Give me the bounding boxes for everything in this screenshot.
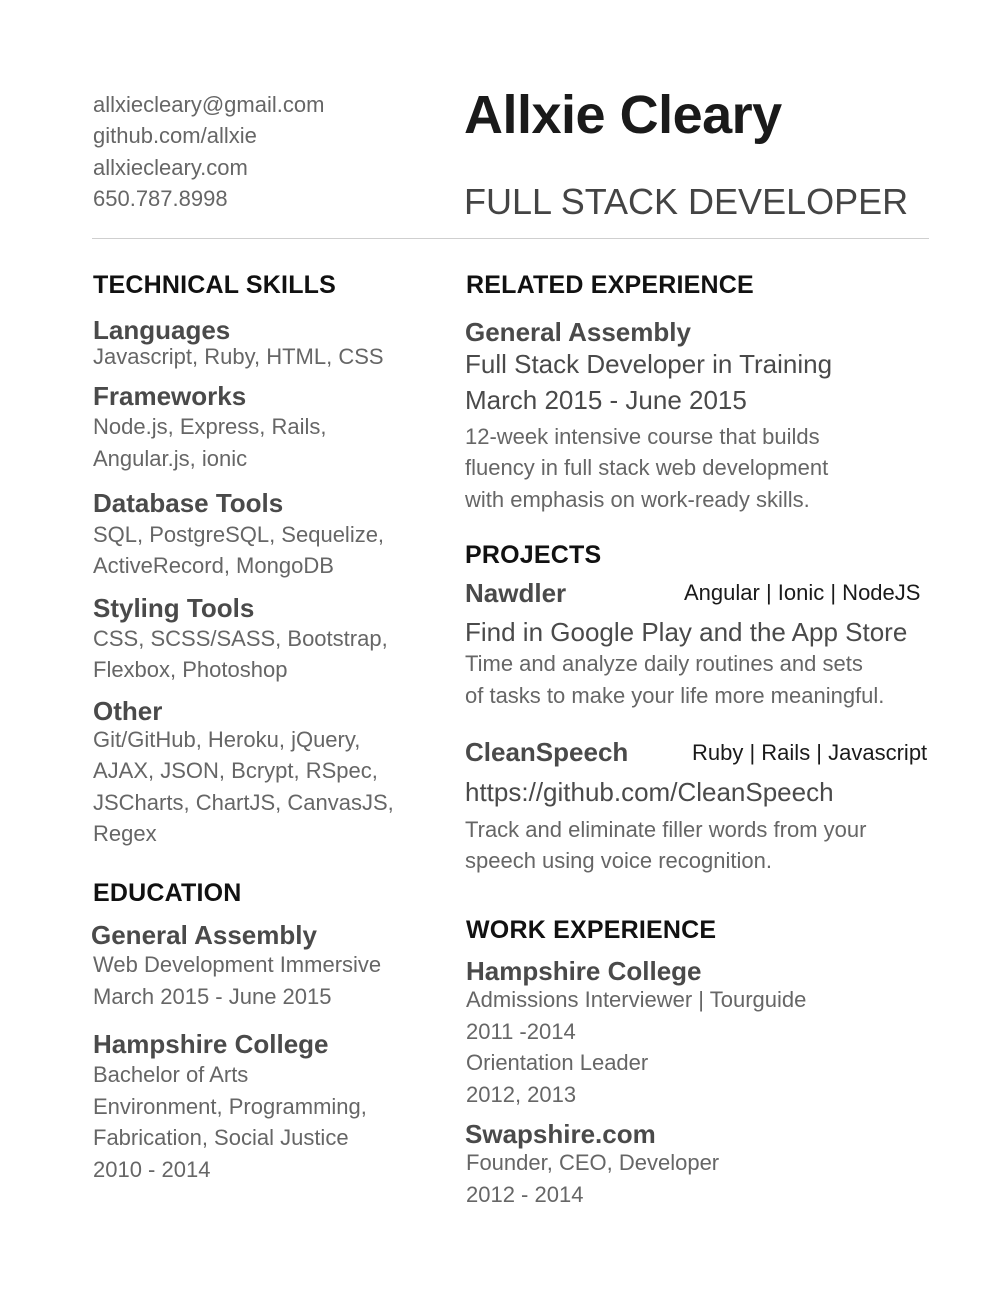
education-heading: EDUCATION — [93, 879, 242, 907]
project-name: CleanSpeech — [465, 737, 629, 767]
skill-group-title: Database Tools — [93, 488, 284, 518]
education-line: March 2015 - June 2015 — [93, 984, 332, 1009]
skill-group-line: Flexbox, Photoshop — [93, 657, 288, 682]
work-line: 2012, 2013 — [466, 1082, 577, 1107]
related-desc-line: with emphasis on work-ready skills. — [465, 487, 810, 512]
work-line: Admissions Interviewer | Tourguide — [466, 987, 807, 1012]
education-line: 2010 - 2014 — [93, 1157, 211, 1182]
related-org: General Assembly — [465, 317, 691, 347]
job-title: FULL STACK DEVELOPER — [464, 181, 909, 222]
projects-heading: PROJECTS — [465, 541, 602, 569]
skill-group-line: ActiveRecord, MongoDB — [93, 553, 334, 578]
skill-group-title: Other — [93, 696, 163, 726]
contact-website[interactable]: allxiecleary.com — [93, 152, 248, 183]
related-title: Full Stack Developer in Training — [465, 349, 833, 379]
skill-group-line: CSS, SCSS/SASS, Bootstrap, — [93, 626, 388, 651]
project-desc-line: of tasks to make your life more meaningf… — [465, 683, 885, 708]
contact-phone[interactable]: 650.787.8998 — [93, 183, 228, 214]
work-line: 2012 - 2014 — [466, 1182, 584, 1207]
education-line: Bachelor of Arts — [93, 1062, 249, 1087]
related-desc-line: 12-week intensive course that builds — [465, 424, 820, 449]
skill-group-line: AJAX, JSON, Bcrypt, RSpec, — [93, 758, 378, 783]
work-line: Orientation Leader — [466, 1050, 649, 1075]
work-org: Swapshire.com — [465, 1119, 656, 1149]
project-link[interactable]: Find in Google Play and the App Store — [465, 614, 907, 650]
related-desc-line: fluency in full stack web development — [465, 455, 829, 480]
education-school: General Assembly — [91, 920, 317, 950]
skill-group-line: Angular.js, ionic — [93, 446, 248, 471]
education-line: Environment, Programming, — [93, 1094, 367, 1119]
project-desc-line: Time and analyze daily routines and sets — [465, 651, 863, 676]
education-line: Fabrication, Social Justice — [93, 1125, 349, 1150]
skill-group-line: Node.js, Express, Rails, — [93, 414, 327, 439]
skill-group-title: Frameworks — [93, 381, 247, 411]
project-name: Nawdler — [465, 578, 567, 608]
project-tech-stack: Ruby | Rails | Javascript — [692, 740, 928, 765]
contact-email[interactable]: allxiecleary@gmail.com — [93, 89, 324, 120]
work-org: Hampshire College — [466, 956, 702, 986]
education-line: Web Development Immersive — [93, 952, 382, 977]
page-title: Allxie Cleary — [464, 85, 782, 145]
header-divider — [92, 238, 929, 239]
work-experience-heading: WORK EXPERIENCE — [466, 916, 717, 944]
skill-group-line: SQL, PostgreSQL, Sequelize, — [93, 522, 385, 547]
related-dates: March 2015 - June 2015 — [465, 385, 747, 415]
contact-github[interactable]: github.com/allxie — [93, 120, 257, 151]
related-experience-heading: RELATED EXPERIENCE — [466, 271, 754, 299]
project-tech-stack: Angular | Ionic | NodeJS — [684, 580, 921, 605]
work-line: 2011 -2014 — [466, 1019, 576, 1044]
skill-group-title: Styling Tools — [93, 593, 255, 623]
project-link[interactable]: https://github.com/CleanSpeech — [465, 774, 834, 810]
work-line: Founder, CEO, Developer — [466, 1150, 720, 1175]
skill-group-line: Javascript, Ruby, HTML, CSS — [93, 344, 384, 369]
project-desc-line: speech using voice recognition. — [465, 848, 772, 873]
education-school: Hampshire College — [93, 1029, 329, 1059]
skill-group-line: Git/GitHub, Heroku, jQuery, — [93, 727, 361, 752]
skill-group-line: Regex — [93, 821, 157, 846]
technical-skills-heading: TECHNICAL SKILLS — [93, 271, 337, 299]
skill-group-line: JSCharts, ChartJS, CanvasJS, — [93, 790, 394, 815]
project-desc-line: Track and eliminate filler words from yo… — [465, 817, 867, 842]
